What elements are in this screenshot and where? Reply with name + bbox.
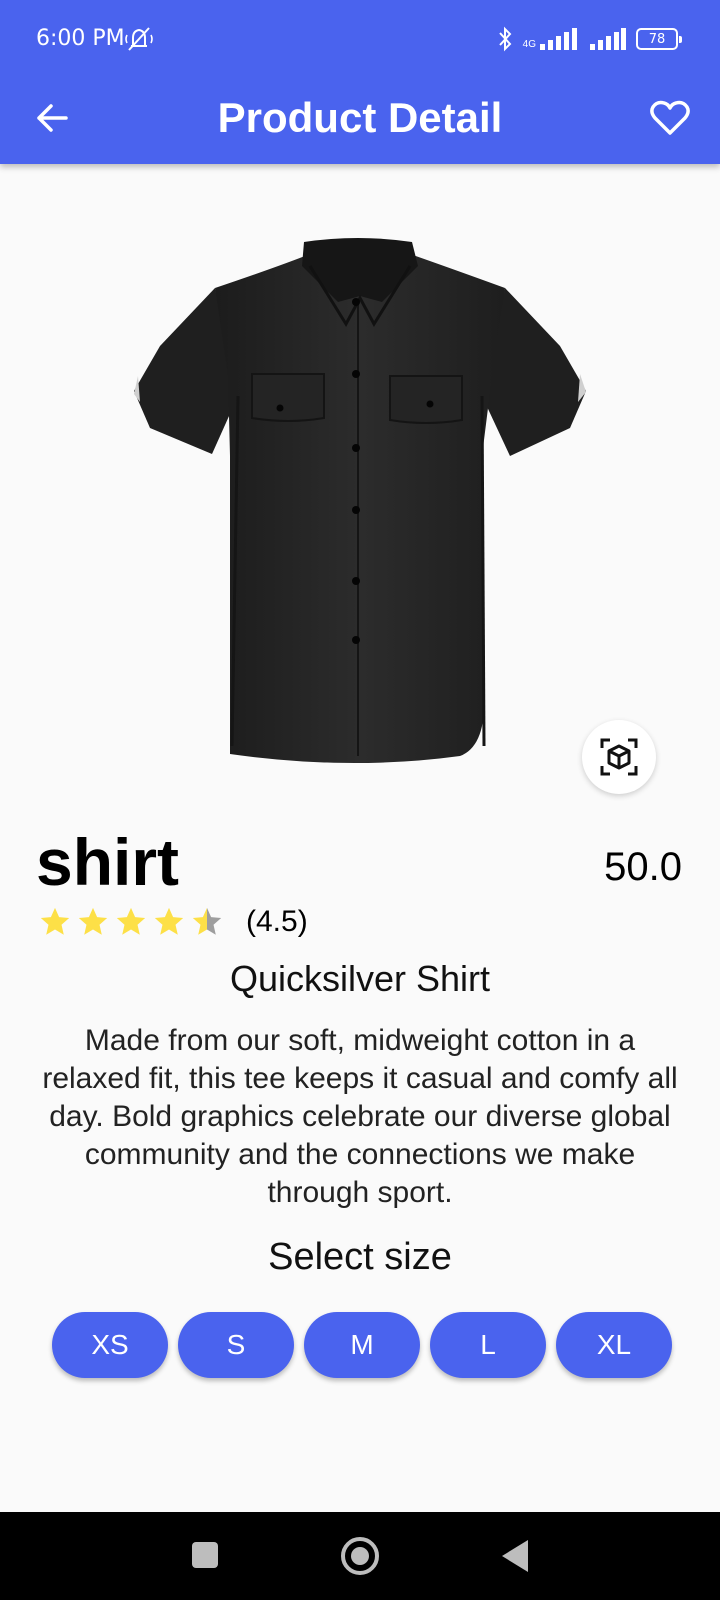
rating-value: (4.5) xyxy=(246,905,308,938)
size-section-label: Select size xyxy=(268,1236,452,1278)
product-description: Made from our soft, midweight cotton in … xyxy=(42,1024,678,1209)
size-options: XS S M L XL xyxy=(52,1312,672,1378)
signal-icon xyxy=(590,28,626,50)
star-icon xyxy=(78,907,108,935)
view-in-ar-button[interactable] xyxy=(582,720,656,794)
battery-icon: 78 xyxy=(636,28,682,50)
size-button-xl[interactable]: XL xyxy=(556,1312,672,1378)
size-button-l[interactable]: L xyxy=(430,1312,546,1378)
product-subtitle: Quicksilver Shirt xyxy=(229,958,491,999)
rating-stars xyxy=(38,905,224,939)
product-name: shirt xyxy=(36,825,180,899)
status-bar: 6:00 PM 4G 78 xyxy=(0,0,720,82)
mute-icon xyxy=(125,27,153,51)
size-button-m[interactable]: M xyxy=(304,1312,420,1378)
top-bar: 6:00 PM 4G 78 Product Detail xyxy=(0,0,720,164)
bluetooth-icon xyxy=(498,26,512,52)
shirt-image xyxy=(134,238,586,764)
size-button-xs[interactable]: XS xyxy=(52,1312,168,1378)
battery-level: 78 xyxy=(648,31,666,47)
status-icons: 4G 78 xyxy=(497,24,682,54)
app-bar: Product Detail xyxy=(0,82,720,164)
heart-outline-icon xyxy=(650,100,690,135)
network-label: 4G xyxy=(522,39,536,50)
back-icon[interactable] xyxy=(502,1540,528,1572)
star-icon xyxy=(116,907,146,935)
product-price: 50.0 xyxy=(604,845,682,889)
size-button-s[interactable]: S xyxy=(178,1312,294,1378)
system-nav-bar xyxy=(0,1512,720,1600)
view-in-ar-icon xyxy=(600,738,638,776)
signal-icon xyxy=(540,28,577,50)
home-icon[interactable] xyxy=(341,1537,379,1575)
star-half-icon xyxy=(192,907,222,935)
product-rating: (4.5) xyxy=(38,900,308,944)
network-type: 4G xyxy=(523,28,580,50)
favorite-button[interactable] xyxy=(644,92,696,144)
star-icon xyxy=(40,907,70,935)
page-title: Product Detail xyxy=(217,94,503,141)
star-icon xyxy=(154,907,184,935)
status-time: 6:00 PM xyxy=(36,26,125,51)
recent-apps-icon[interactable] xyxy=(192,1542,218,1568)
